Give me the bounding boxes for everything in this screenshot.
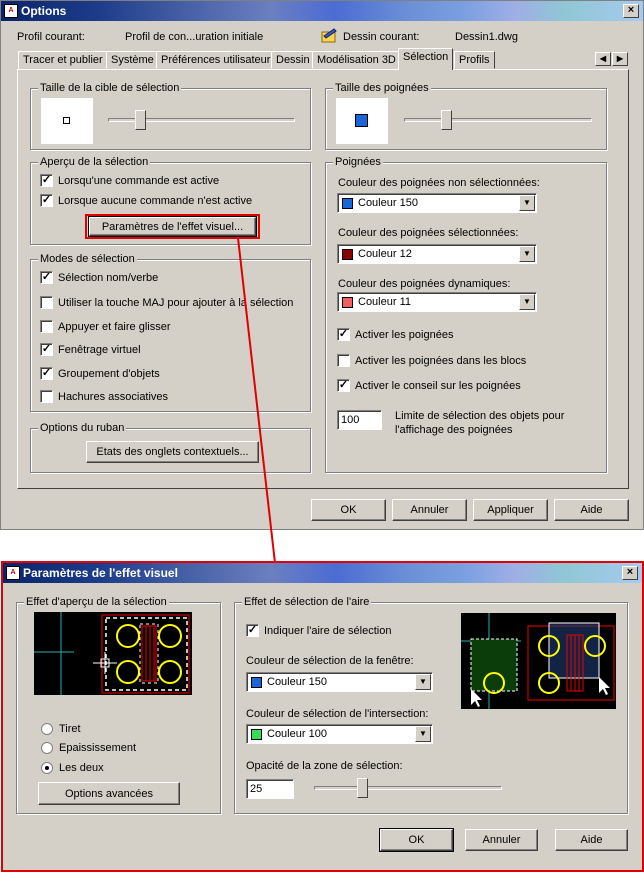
dash-radio[interactable]: Tiret (41, 723, 81, 735)
area-preview-image (461, 613, 616, 709)
radio-selected-icon (41, 762, 53, 774)
visual-effect-title: Paramètres de l'effet visuel (23, 566, 178, 580)
thicken-radio[interactable]: Epaississement (41, 742, 136, 754)
both-label: Les deux (59, 762, 104, 774)
area-selection-effect-label: Effet de sélection de l'aire (242, 596, 372, 608)
window-color-value: Couleur 150 (267, 676, 327, 688)
dropdown-arrow-icon[interactable]: ▼ (415, 674, 431, 690)
visual-effect-dialog: A Paramètres de l'effet visuel × Effet d… (3, 563, 642, 870)
color-swatch (251, 728, 262, 740)
visual-cancel-button[interactable]: Annuler (465, 829, 538, 851)
crossing-color-label: Couleur de sélection de l'intersection: (246, 708, 429, 720)
dropdown-arrow-icon[interactable]: ▼ (415, 726, 431, 742)
selection-preview-effect-label: Effet d'aperçu de la sélection (24, 596, 169, 608)
autocad-app-icon: A (6, 566, 20, 580)
indicate-area-label: Indiquer l'aire de sélection (264, 624, 392, 637)
crossing-color-value: Couleur 100 (267, 728, 327, 740)
opacity-label: Opacité de la zone de sélection: (246, 760, 403, 772)
visual-effect-close-icon[interactable]: × (622, 566, 638, 580)
visual-ok-button[interactable]: OK (379, 828, 454, 852)
tab-selection[interactable]: Sélection (398, 48, 454, 70)
window-color-label: Couleur de sélection de la fenêtre: (246, 655, 414, 667)
dash-label: Tiret (59, 723, 81, 735)
selection-preview-image (34, 612, 192, 695)
opacity-track[interactable] (314, 786, 502, 790)
opacity-input[interactable]: 25 (246, 779, 294, 799)
visual-effect-title-bar[interactable]: A Paramètres de l'effet visuel × (3, 563, 642, 583)
thicken-label: Epaississement (59, 742, 137, 754)
opacity-slider[interactable] (357, 778, 368, 798)
window-color-combo[interactable]: Couleur 150 ▼ (246, 672, 433, 692)
color-swatch (251, 676, 262, 688)
checkmark-icon: ✓ (246, 624, 259, 637)
both-radio[interactable]: Les deux (41, 762, 104, 774)
visual-help-button[interactable]: Aide (555, 829, 628, 851)
indicate-area-checkbox[interactable]: ✓ Indiquer l'aire de sélection (246, 624, 391, 637)
advanced-options-button[interactable]: Options avancées (38, 782, 180, 805)
crossing-color-combo[interactable]: Couleur 100 ▼ (246, 724, 433, 744)
